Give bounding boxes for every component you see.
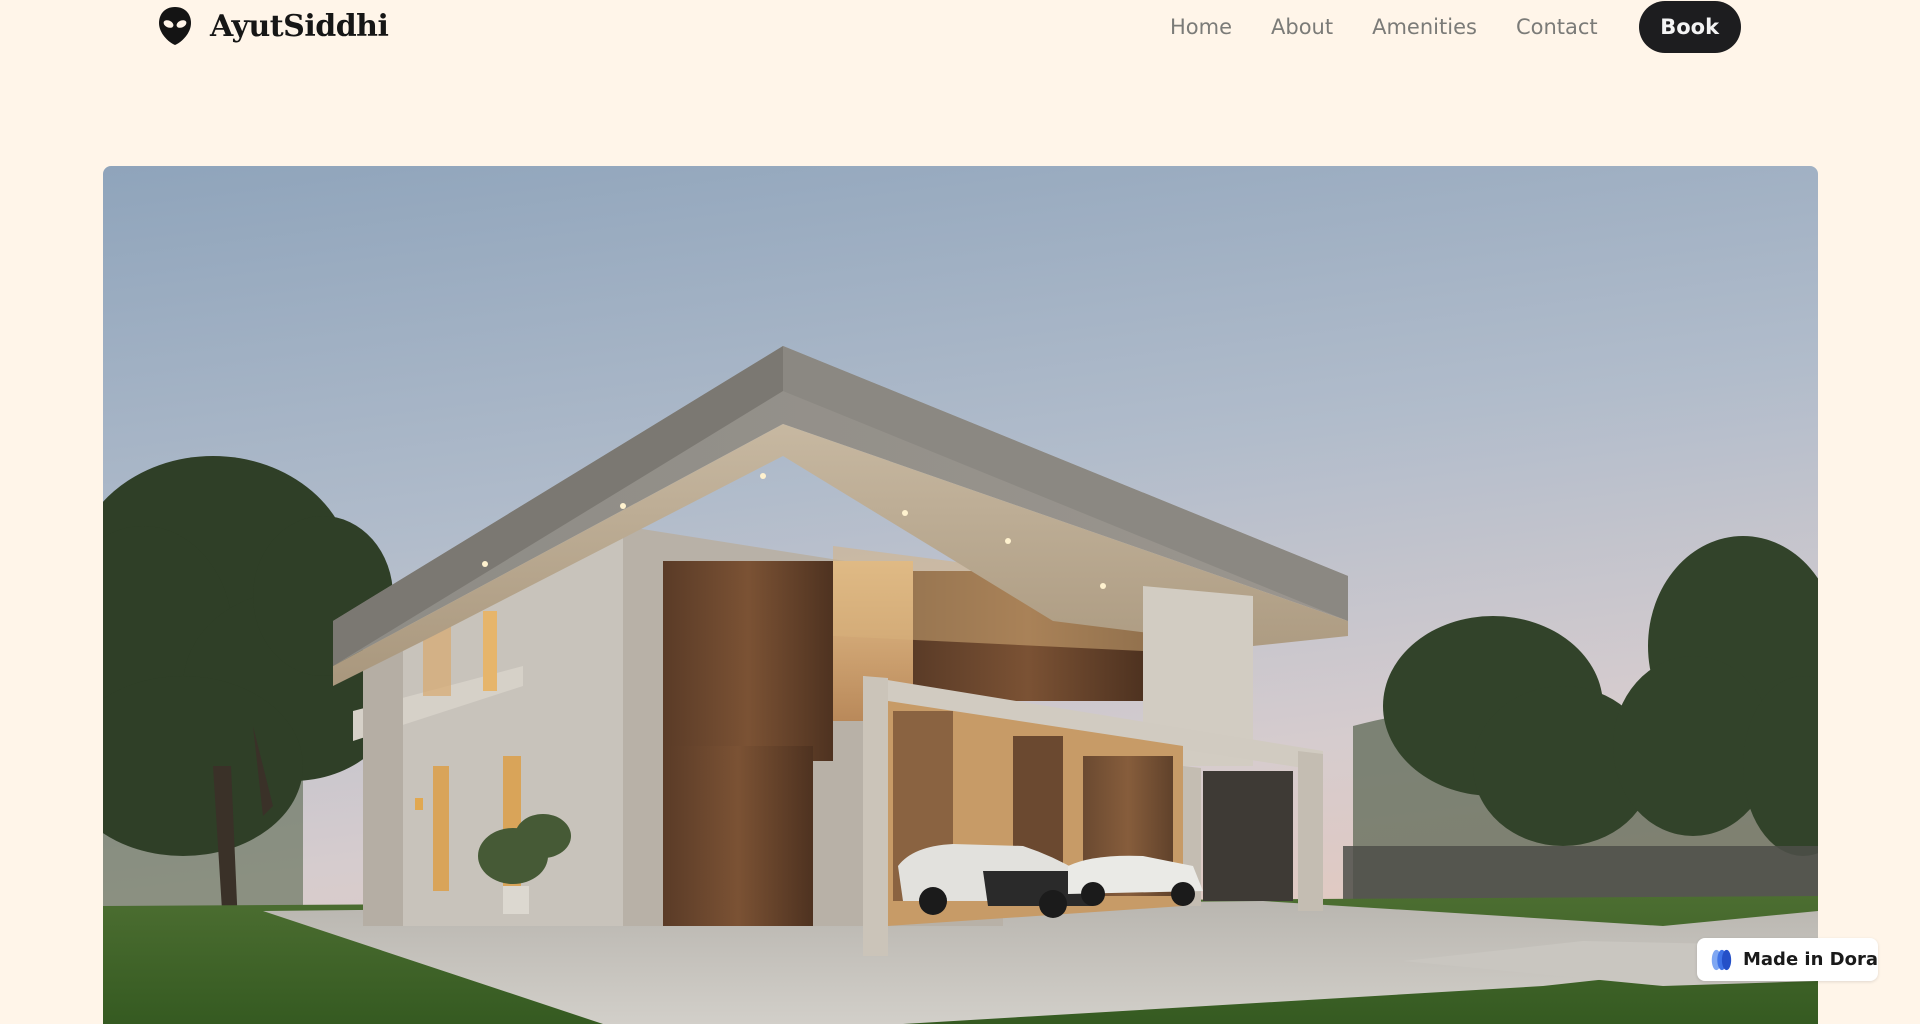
nav-link-contact[interactable]: Contact [1516, 15, 1598, 39]
nav-link-amenities[interactable]: Amenities [1372, 15, 1477, 39]
modern-house-photo [103, 166, 1818, 1024]
hero-image [103, 166, 1818, 1024]
nav-link-home[interactable]: Home [1170, 15, 1232, 39]
nav-link-about[interactable]: About [1271, 15, 1333, 39]
made-in-dora-badge[interactable]: Made in Dora [1697, 938, 1878, 981]
brand-name: AyutSiddhi [210, 8, 389, 44]
alien-head-icon [159, 7, 191, 45]
dora-logo-icon [1711, 949, 1732, 970]
book-button[interactable]: Book [1638, 1, 1741, 53]
brand-home-link[interactable]: AyutSiddhi [158, 6, 389, 46]
top-navigation: AyutSiddhi Home About Amenities Contact … [0, 0, 1920, 56]
badge-label: Made in Dora [1743, 949, 1878, 970]
nav-links: Home About Amenities Contact Book [1170, 0, 1741, 54]
